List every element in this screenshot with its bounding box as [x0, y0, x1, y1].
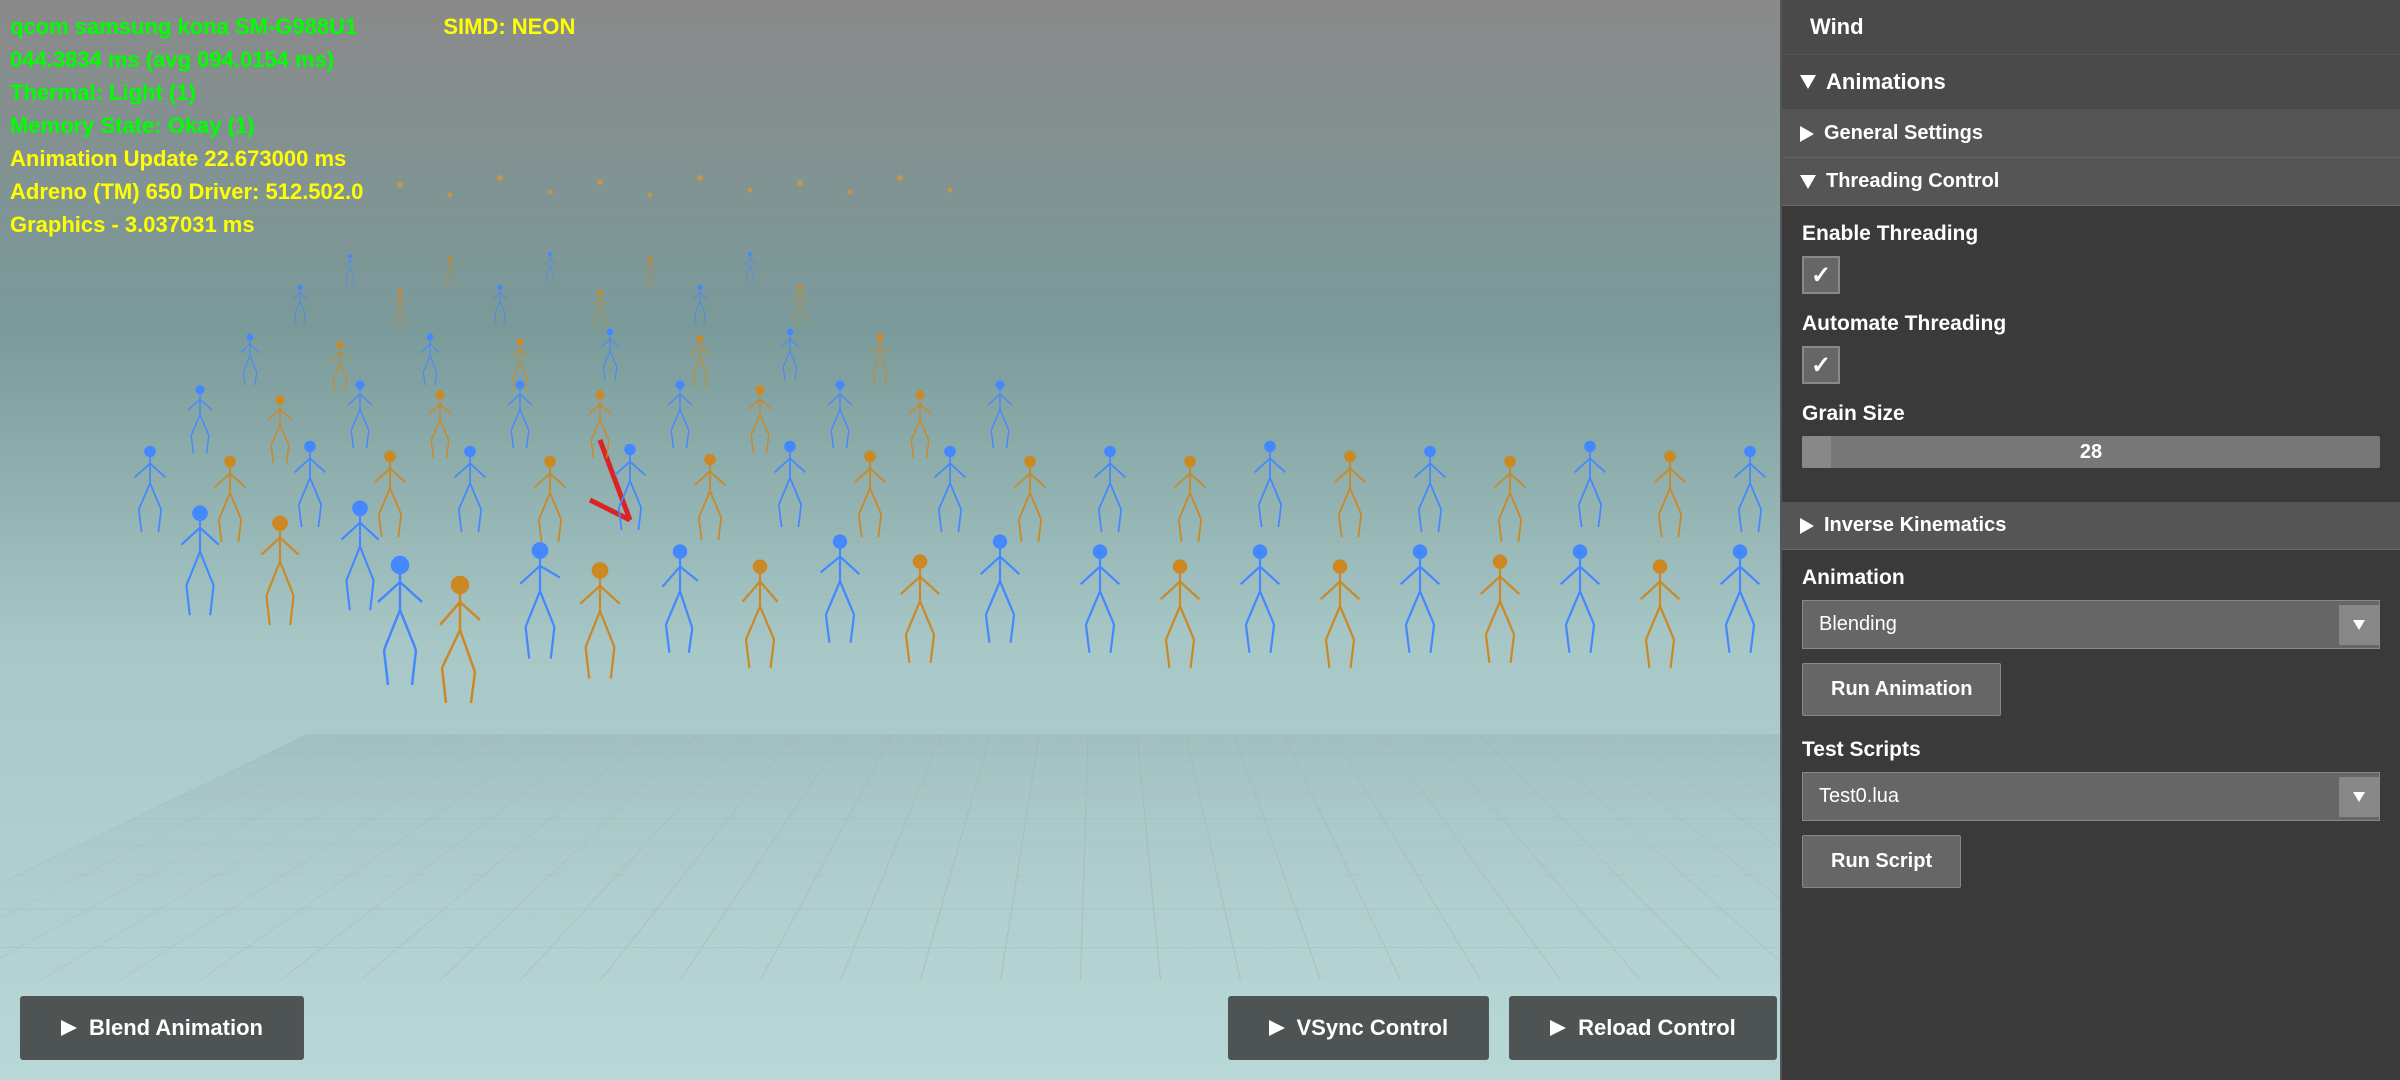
threading-control-content: Enable Threading Automate Threading Grai…	[1782, 206, 2400, 502]
run-animation-button[interactable]: Run Animation	[1802, 663, 2001, 716]
animations-label: Animations	[1826, 69, 1946, 95]
reload-label: Reload Control	[1578, 1015, 1736, 1041]
hud-graphics: Graphics - 3.037031 ms	[10, 208, 575, 241]
hud-memory: Memory State: Okay (1)	[10, 109, 575, 142]
animations-header[interactable]: Animations	[1782, 55, 2400, 110]
play-icon	[61, 1020, 77, 1036]
vsync-label: VSync Control	[1297, 1015, 1449, 1041]
test-scripts-label: Test Scripts	[1802, 738, 2380, 762]
blend-animation-label: Blend Animation	[89, 1015, 263, 1041]
grain-size-value: 28	[1802, 441, 2380, 464]
test-script-value: Test0.lua	[1803, 773, 2339, 820]
hud-device: qcom samsung kona SM-G988U1 SIMD: NEON	[10, 10, 575, 43]
animation-label: Animation	[1802, 566, 2380, 590]
threading-control-header[interactable]: Threading Control	[1782, 158, 2400, 206]
reload-control-button[interactable]: Reload Control	[1509, 996, 1777, 1060]
enable-threading-label: Enable Threading	[1802, 222, 2380, 246]
blending-dropdown[interactable]: Blending	[1802, 600, 2380, 649]
hud-device-text: qcom samsung kona SM-G988U1	[10, 14, 357, 39]
wind-label: Wind	[1810, 14, 1864, 40]
enable-threading-checkbox[interactable]	[1802, 256, 1840, 294]
threading-control-arrow-icon	[1800, 175, 1816, 189]
animations-arrow-icon	[1800, 75, 1816, 89]
hud-adreno: Adreno (TM) 650 Driver: 512.502.0	[10, 175, 575, 208]
threading-control-label: Threading Control	[1826, 170, 1999, 193]
blend-animation-button[interactable]: Blend Animation	[20, 996, 304, 1060]
play-icon-reload	[1550, 1020, 1566, 1036]
hud-overlay: qcom samsung kona SM-G988U1 SIMD: NEON 0…	[10, 10, 575, 241]
hud-timing: 044.3834 ms (avg 094.0154 ms)	[10, 43, 575, 76]
inverse-kinematics-header[interactable]: Inverse Kinematics	[1782, 502, 2400, 550]
automate-threading-checkbox[interactable]	[1802, 346, 1840, 384]
inverse-kinematics-label: Inverse Kinematics	[1824, 514, 2006, 537]
test-script-dropdown[interactable]: Test0.lua	[1802, 772, 2380, 821]
enable-threading-checkbox-wrapper	[1802, 256, 2380, 294]
run-script-button[interactable]: Run Script	[1802, 835, 1961, 888]
automate-threading-label: Automate Threading	[1802, 312, 2380, 336]
hud-thermal: Thermal: Light (1)	[10, 76, 575, 109]
hud-simd: SIMD: NEON	[443, 14, 575, 39]
grain-size-label: Grain Size	[1802, 402, 2380, 426]
general-settings-header[interactable]: General Settings	[1782, 110, 2400, 158]
wind-header[interactable]: Wind	[1782, 0, 2400, 55]
general-settings-label: General Settings	[1824, 122, 1983, 145]
grain-size-slider-row: 28	[1802, 436, 2380, 468]
right-panel: Wind Animations General Settings Threadi…	[1780, 0, 2400, 1080]
animations-section: Animations General Settings Threading Co…	[1782, 55, 2400, 918]
grain-size-slider[interactable]: 28	[1802, 436, 2380, 468]
general-settings-arrow-icon	[1800, 126, 1814, 142]
vsync-control-button[interactable]: VSync Control	[1228, 996, 1490, 1060]
play-icon-vsync	[1269, 1020, 1285, 1036]
animation-section-content: Animation Blending Run Animation Test Sc…	[1782, 550, 2400, 918]
automate-threading-checkbox-wrapper	[1802, 346, 2380, 384]
blending-dropdown-arrow-icon	[2339, 605, 2379, 645]
inverse-kinematics-arrow-icon	[1800, 518, 1814, 534]
hud-anim-update: Animation Update 22.673000 ms	[10, 142, 575, 175]
blending-value: Blending	[1803, 601, 2339, 648]
wind-section: Wind	[1782, 0, 2400, 55]
test-script-dropdown-arrow-icon	[2339, 777, 2379, 817]
